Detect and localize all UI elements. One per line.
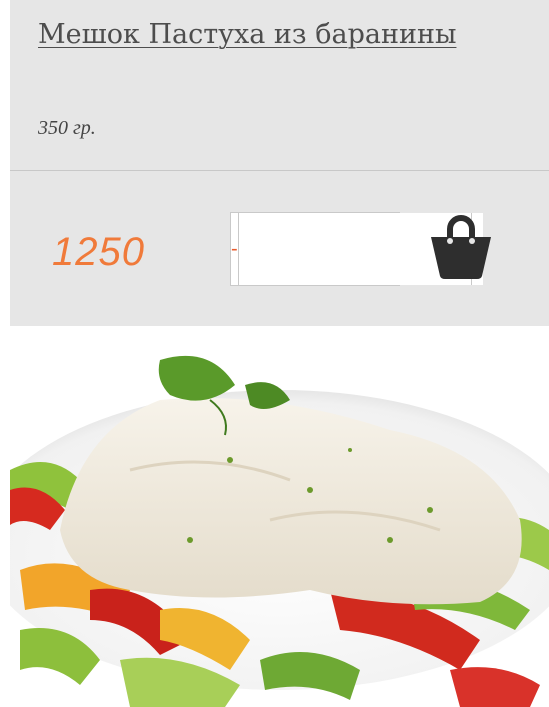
decrease-quantity-button[interactable]: - [231,213,239,285]
purchase-panel: 1250 - + [10,171,549,326]
product-weight: 350 гр. [38,117,96,139]
product-title-link[interactable]: Мешок Пастуха из баранины [38,12,498,58]
product-price: 1250 [52,230,145,274]
product-photo [10,340,549,707]
quantity-stepper: - + [230,212,484,286]
shopping-bag-icon[interactable] [428,209,494,279]
